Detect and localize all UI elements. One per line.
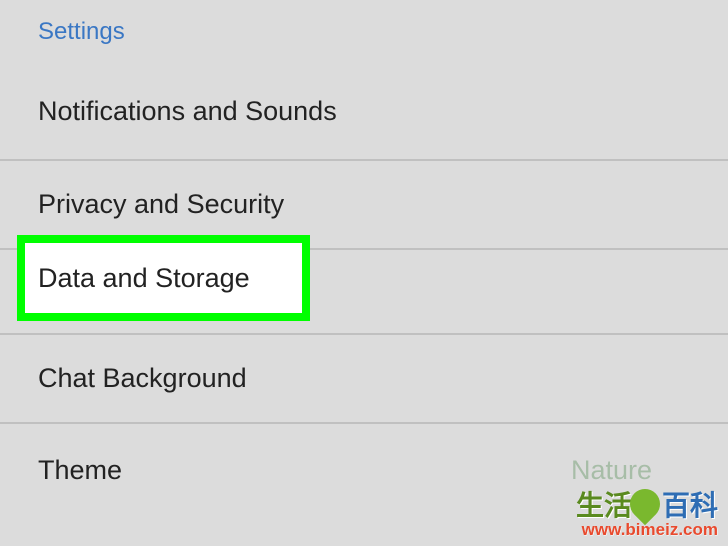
menu-item-chat-background[interactable]: Chat Background	[0, 334, 728, 423]
menu-item-label: Chat Background	[38, 363, 247, 394]
watermark-text-cn2: 百科	[662, 484, 718, 524]
highlight-box-data-storage: Data and Storage	[17, 235, 310, 321]
menu-item-label: Theme	[38, 455, 122, 486]
highlight-label: Data and Storage	[38, 263, 250, 294]
watermark-url: www.bimeiz.com	[582, 520, 718, 540]
settings-section-header: Settings	[0, 0, 728, 64]
watermark-logo: 生活 百科	[576, 484, 718, 524]
menu-item-label: Privacy and Security	[38, 189, 284, 220]
settings-title: Settings	[38, 18, 125, 45]
menu-item-value: Nature	[571, 455, 690, 486]
menu-item-notifications-sounds[interactable]: Notifications and Sounds	[0, 64, 728, 160]
watermark: 生活 百科 www.bimeiz.com	[576, 484, 718, 540]
menu-item-label: Notifications and Sounds	[38, 96, 337, 127]
watermark-text-cn1: 生活	[576, 484, 632, 524]
